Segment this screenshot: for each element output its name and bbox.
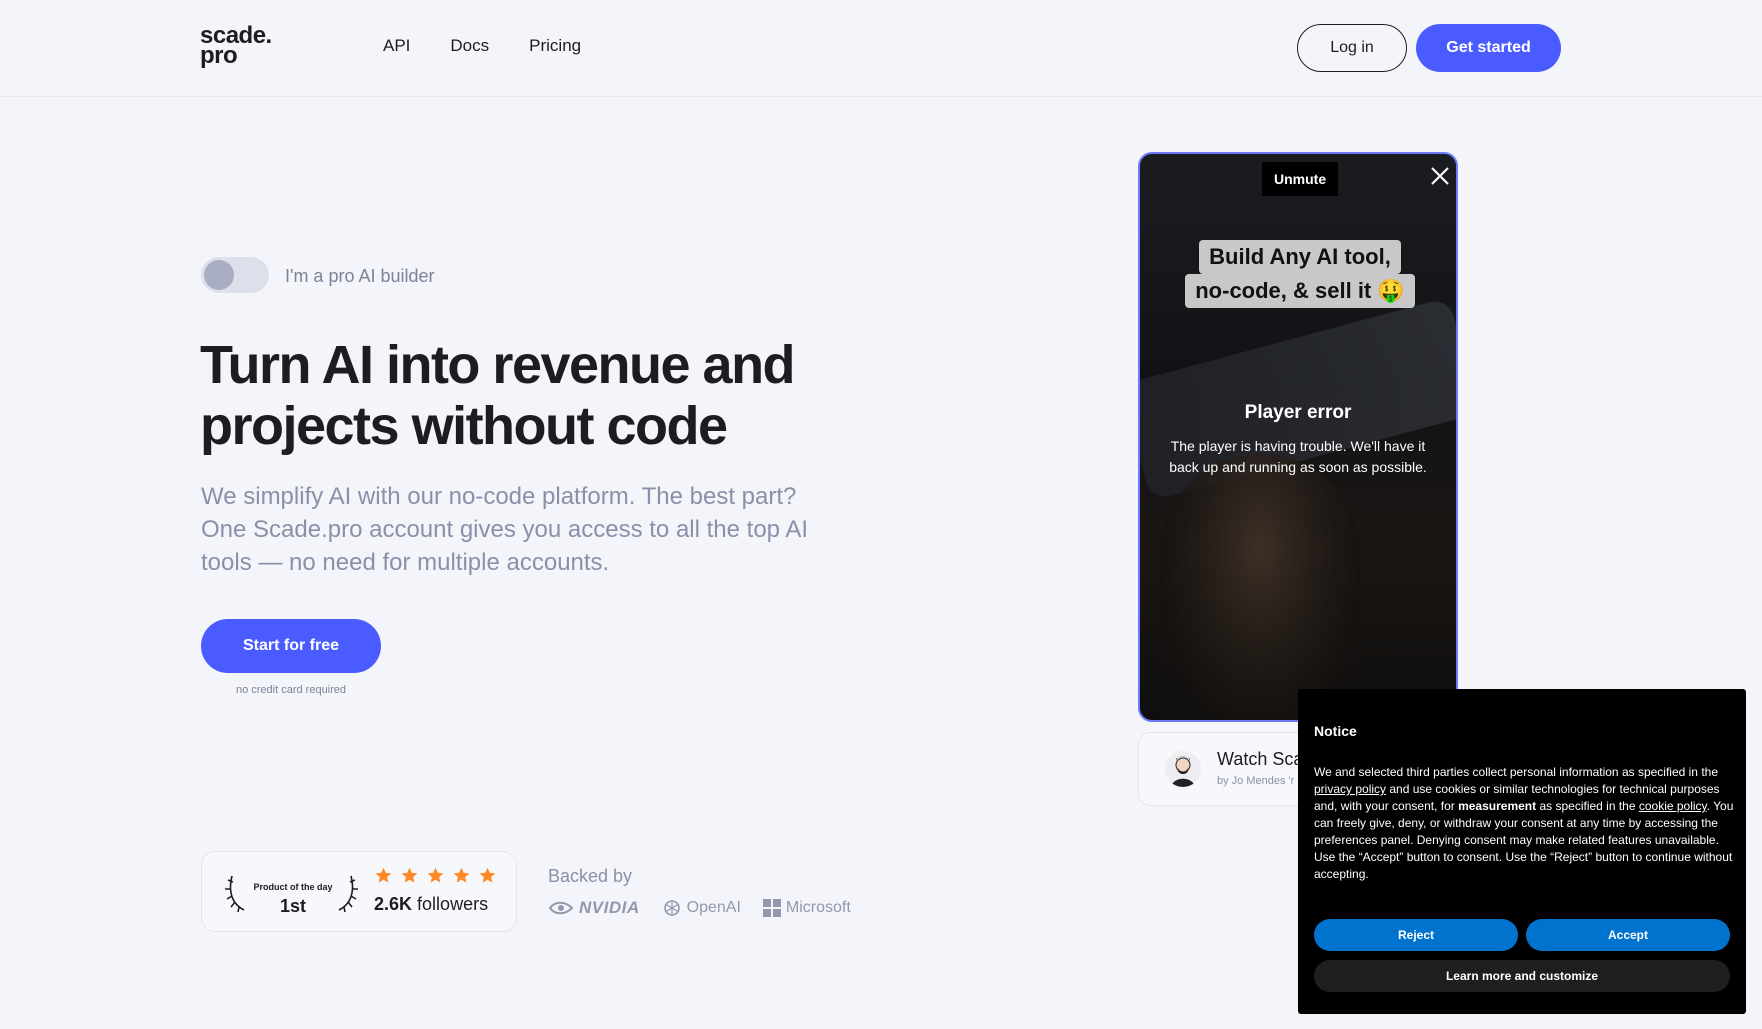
rating-stars bbox=[374, 866, 497, 885]
site-header: scade. pro API Docs Pricing Log in Get s… bbox=[0, 0, 1762, 97]
microsoft-squares-icon bbox=[762, 899, 781, 917]
cookie-policy-link[interactable]: cookie policy bbox=[1639, 799, 1707, 813]
scade-logo[interactable]: scade. pro bbox=[200, 24, 272, 69]
toggle-label: I'm a pro AI builder bbox=[285, 266, 435, 286]
followers-text: followers bbox=[417, 894, 489, 914]
microsoft-text: Microsoft bbox=[785, 899, 851, 916]
nav-api[interactable]: API bbox=[383, 36, 410, 56]
followers-number: 2.6K bbox=[374, 894, 413, 914]
notice-text-3: as specified in the bbox=[1536, 799, 1639, 813]
backed-by-label: Backed by bbox=[548, 866, 633, 886]
video-player[interactable]: Unmute Build Any AI tool, no-code, & sel… bbox=[1138, 152, 1458, 722]
product-of-the-day-badge[interactable]: Product of the day 1st 2.6K followers bbox=[201, 851, 517, 932]
star-icon bbox=[453, 867, 470, 883]
hero-title: Turn AI into revenue and projects withou… bbox=[200, 335, 796, 456]
openai-knot-icon bbox=[663, 900, 680, 916]
watch-title: Watch Sca bbox=[1217, 749, 1304, 769]
nav-pricing[interactable]: Pricing bbox=[529, 36, 581, 56]
badge-rank: 1st bbox=[279, 896, 306, 916]
get-started-button[interactable]: Get started bbox=[1416, 24, 1561, 72]
no-credit-card-note: no credit card required bbox=[235, 684, 347, 696]
star-icon bbox=[479, 867, 496, 883]
caption-line-2: no-code, & sell it 🤑 bbox=[1185, 274, 1415, 308]
logo-line-2: pro bbox=[200, 42, 238, 69]
privacy-policy-link[interactable]: privacy policy bbox=[1314, 782, 1386, 796]
nav-docs[interactable]: Docs bbox=[450, 36, 489, 56]
player-error-title: Player error bbox=[1244, 402, 1352, 423]
nvidia-logo: NVIDIA bbox=[548, 898, 640, 918]
star-icon bbox=[375, 867, 392, 883]
caption-line-1: Build Any AI tool, bbox=[1199, 240, 1401, 274]
badge-label: Product of the day bbox=[253, 882, 333, 892]
pro-builder-toggle[interactable] bbox=[201, 257, 269, 293]
hero-subtitle: We simplify AI with our no-code platform… bbox=[201, 483, 809, 576]
laurel-right-icon bbox=[338, 875, 358, 913]
cookie-notice: Notice We and selected third parties col… bbox=[1298, 689, 1746, 1014]
star-icon bbox=[401, 867, 418, 883]
notice-text: We and selected third parties collect pe… bbox=[1314, 764, 1734, 883]
openai-text: OpenAI bbox=[686, 899, 741, 916]
main-nav: API Docs Pricing bbox=[383, 36, 581, 56]
watch-author: by Jo Mendes 'r bbox=[1217, 775, 1295, 787]
backer-logos: NVIDIA OpenAI Microsoft bbox=[548, 898, 851, 918]
nvidia-eye-icon bbox=[548, 901, 574, 915]
video-caption: Build Any AI tool, no-code, & sell it 🤑 bbox=[1182, 240, 1418, 308]
notice-text-5: Use the “Accept” button to consent. Use … bbox=[1314, 850, 1733, 881]
microsoft-logo: Microsoft bbox=[762, 899, 851, 917]
followers-count: 2.6K followers bbox=[374, 894, 488, 915]
start-for-free-button[interactable]: Start for free bbox=[201, 619, 381, 673]
nvidia-text: NVIDIA bbox=[579, 898, 640, 917]
notice-text-1: We and selected third parties collect pe… bbox=[1314, 765, 1718, 779]
accept-button[interactable]: Accept bbox=[1526, 919, 1730, 951]
reject-button[interactable]: Reject bbox=[1314, 919, 1518, 951]
toggle-knob bbox=[204, 260, 234, 290]
avatar bbox=[1165, 751, 1201, 787]
notice-measurement: measurement bbox=[1458, 799, 1537, 813]
notice-title: Notice bbox=[1314, 723, 1357, 739]
close-icon[interactable] bbox=[1428, 164, 1452, 188]
star-icon bbox=[427, 867, 444, 883]
avatar-illustration bbox=[1165, 751, 1201, 787]
openai-logo: OpenAI bbox=[662, 898, 741, 918]
player-error-message: The player is having trouble. We'll have… bbox=[1169, 438, 1427, 475]
unmute-button[interactable]: Unmute bbox=[1262, 162, 1339, 196]
learn-more-button[interactable]: Learn more and customize bbox=[1314, 960, 1730, 992]
login-button[interactable]: Log in bbox=[1297, 24, 1407, 72]
